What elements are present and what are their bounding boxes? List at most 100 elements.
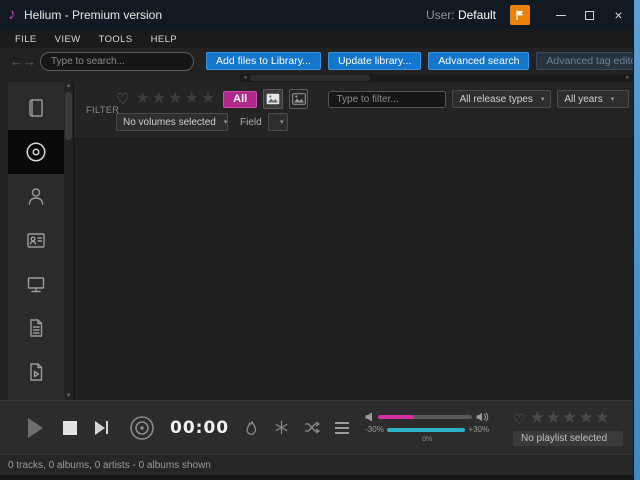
sidebar-item-reports[interactable] xyxy=(8,306,64,350)
menu-tools[interactable]: TOOLS xyxy=(90,32,142,47)
next-icon-bar xyxy=(106,421,108,434)
sidebar-item-library[interactable] xyxy=(8,86,64,130)
scroll-down-icon[interactable]: ▼ xyxy=(64,392,73,400)
star-icon[interactable]: ★ xyxy=(168,90,182,107)
search-input[interactable] xyxy=(40,51,194,71)
album-list-empty-area[interactable] xyxy=(74,139,633,400)
star-icon[interactable]: ★ xyxy=(595,408,610,427)
filter-all-button[interactable]: All xyxy=(223,90,258,108)
now-playing-disc-button[interactable] xyxy=(128,414,156,442)
field-dropdown[interactable]: ▾ xyxy=(267,113,288,131)
scroll-left-icon[interactable]: ◄ xyxy=(242,75,248,81)
minimize-button[interactable] xyxy=(546,0,575,30)
loud-speaker-icon[interactable] xyxy=(476,412,489,422)
next-icon xyxy=(95,420,105,435)
burn-button[interactable] xyxy=(244,420,259,436)
tempo-row: -30% +30% xyxy=(365,426,489,434)
filter-section-label: FILTER xyxy=(86,105,120,115)
content-scrollbar-thumb[interactable] xyxy=(65,92,72,140)
star-icon[interactable]: ★ xyxy=(530,408,545,427)
playlist-document-icon xyxy=(30,363,43,381)
close-icon: × xyxy=(614,7,623,23)
chevron-down-icon: ▾ xyxy=(279,119,284,126)
menu-file[interactable]: FILE xyxy=(6,32,46,47)
snowflake-icon xyxy=(275,420,288,435)
advanced-search-button[interactable]: Advanced search xyxy=(428,52,530,70)
playlist-heart-icon[interactable]: ♡ xyxy=(513,412,526,426)
filter-panel: FILTER ♡ ★ ★ ★ ★ ★ All Type to filter...… xyxy=(74,82,633,139)
star-icon[interactable]: ★ xyxy=(562,408,577,427)
tempo-slider[interactable] xyxy=(386,428,466,432)
elapsed-time: 00:00 xyxy=(170,417,230,438)
star-icon[interactable]: ★ xyxy=(152,90,166,107)
image-off-icon xyxy=(291,93,306,105)
app-logo-icon: ♪ xyxy=(8,6,16,23)
freeze-button[interactable] xyxy=(274,420,289,435)
sidebar-item-playlists[interactable] xyxy=(8,350,64,394)
filter-row-2: No volumes selected ▾ Field ▾ xyxy=(116,112,629,132)
queue-menu-button[interactable] xyxy=(335,421,350,434)
sidebar-item-artists[interactable] xyxy=(8,174,64,218)
scroll-right-icon[interactable]: ► xyxy=(625,75,631,81)
report-document-icon xyxy=(30,319,43,337)
star-icon[interactable]: ★ xyxy=(184,90,198,107)
chevron-down-icon: ▾ xyxy=(540,96,545,103)
sidebar-item-contacts[interactable] xyxy=(8,218,64,262)
playlist-rating[interactable]: ♡ ★★★★★ xyxy=(513,409,623,428)
close-button[interactable]: × xyxy=(604,0,633,30)
album-disc-icon xyxy=(26,142,46,162)
menu-help[interactable]: HELP xyxy=(142,32,186,47)
volume-slider-fill xyxy=(378,415,414,419)
sidebar-item-albums[interactable] xyxy=(8,130,64,174)
back-arrow-icon[interactable]: ← xyxy=(10,54,23,69)
volume-slider[interactable] xyxy=(378,415,473,419)
content-scrollbar[interactable]: ▲ ▼ xyxy=(64,82,73,400)
playlist-stars[interactable]: ★★★★★ xyxy=(530,409,611,428)
tempo-max-label: +30% xyxy=(468,425,490,434)
toolbar-scrollbar[interactable]: ◄ ► xyxy=(240,74,633,82)
minimize-icon xyxy=(555,14,566,16)
playlist-cluster: ♡ ★★★★★ No playlist selected xyxy=(513,409,623,446)
notification-flag-button[interactable] xyxy=(510,5,530,25)
volumes-dropdown[interactable]: No volumes selected ▾ xyxy=(116,113,228,131)
add-files-to-library-button[interactable]: Add files to Library... xyxy=(206,52,321,70)
playlist-status[interactable]: No playlist selected xyxy=(513,431,623,446)
years-dropdown[interactable]: All years ▾ xyxy=(557,90,629,108)
update-library-button[interactable]: Update library... xyxy=(327,52,422,70)
mute-speaker-icon[interactable] xyxy=(365,412,374,422)
star-icon[interactable]: ★ xyxy=(546,408,561,427)
library-book-icon xyxy=(29,99,43,117)
star-icon[interactable]: ★ xyxy=(578,408,593,427)
flame-icon xyxy=(246,420,257,435)
user-indicator: User: Default xyxy=(426,8,496,22)
sidebar xyxy=(8,82,64,400)
scroll-up-icon[interactable]: ▲ xyxy=(64,82,73,90)
menu-view[interactable]: VIEW xyxy=(46,32,90,47)
play-button[interactable] xyxy=(28,417,43,438)
menu-icon xyxy=(335,426,350,429)
toolbar-scrollbar-thumb[interactable] xyxy=(250,75,370,81)
hide-covers-toggle-button[interactable] xyxy=(288,89,309,109)
advanced-tag-editor-button[interactable]: Advanced tag editor xyxy=(536,52,633,70)
years-value: All years xyxy=(564,93,603,105)
next-track-button[interactable] xyxy=(95,420,108,435)
image-icon xyxy=(266,93,280,105)
menu-icon xyxy=(335,421,350,424)
show-covers-toggle-button[interactable] xyxy=(263,89,283,109)
tempo-value-label: 0% xyxy=(422,436,433,443)
rating-filter[interactable]: ★ ★ ★ ★ ★ xyxy=(135,90,217,108)
volume-tempo-cluster: -30% +30% 0% xyxy=(365,412,489,443)
release-type-dropdown[interactable]: All release types ▾ xyxy=(452,90,552,108)
sidebar-item-devices[interactable] xyxy=(8,262,64,306)
star-icon[interactable]: ★ xyxy=(201,90,215,107)
maximize-button[interactable] xyxy=(575,0,604,30)
forward-arrow-icon[interactable]: → xyxy=(23,54,36,69)
filter-text-input[interactable] xyxy=(328,90,447,108)
flag-icon xyxy=(516,10,523,20)
user-value: Default xyxy=(457,8,496,22)
player-bar: 00:00 -30% +30% 0% ♡ ★★★★★ No playlist s… xyxy=(0,400,633,454)
shuffle-button[interactable] xyxy=(304,420,320,435)
stop-button[interactable] xyxy=(63,420,77,435)
star-icon[interactable]: ★ xyxy=(135,90,149,107)
app-window: ♪ Helium - Premium version User: Default… xyxy=(0,0,634,480)
